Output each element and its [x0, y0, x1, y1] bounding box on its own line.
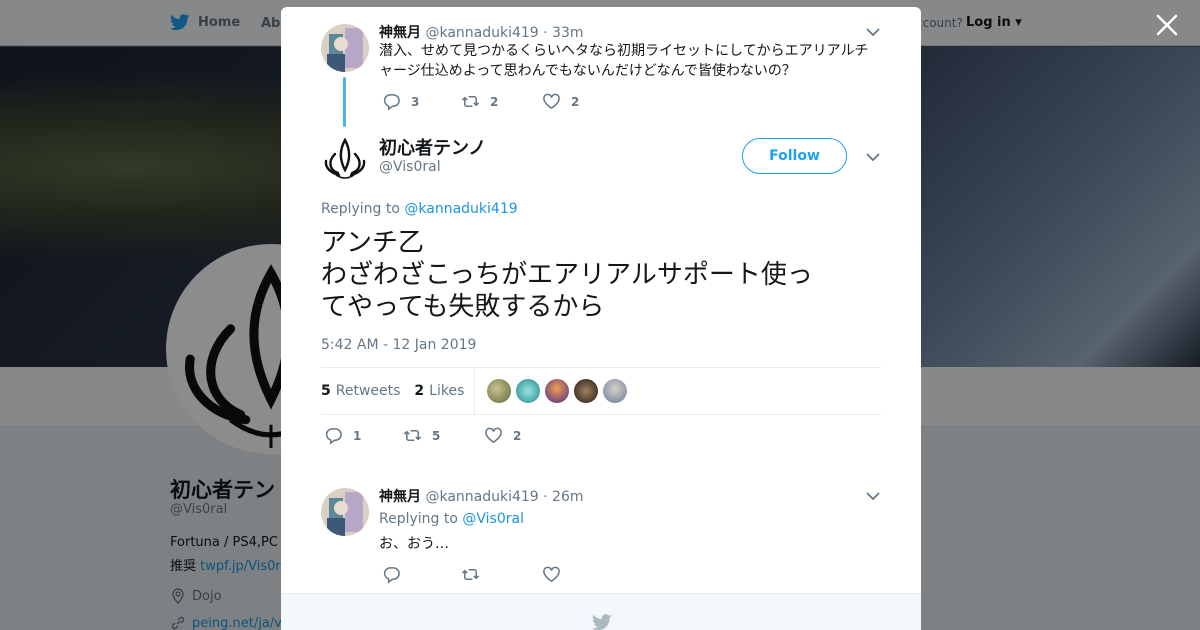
liker-avatar[interactable] [603, 379, 628, 403]
like-button[interactable] [542, 565, 561, 584]
chevron-down-icon[interactable] [866, 152, 880, 162]
main-tweet-actions: 1 5 2 [324, 426, 521, 445]
reply-count: 3 [411, 94, 420, 109]
liker-avatar[interactable] [516, 379, 541, 403]
reply-button[interactable]: 3 [382, 92, 461, 111]
follow-button[interactable]: Follow [742, 138, 847, 174]
chevron-down-icon[interactable] [866, 491, 880, 501]
retweet-stat[interactable]: 5 Retweets [321, 383, 400, 399]
main-tweet-avatar[interactable] [321, 134, 369, 182]
avatar-image [321, 24, 369, 72]
tweet-text-line: てやっても失敗するから [321, 292, 605, 322]
retweet-count: 5 [432, 428, 441, 443]
reply-icon [383, 567, 400, 584]
like-stat[interactable]: 2 Likes [414, 383, 464, 399]
reply-icon [383, 94, 400, 111]
parent-tweet-header: 神無月 @kannaduki419 · 33m [379, 22, 584, 42]
parent-tweet-time[interactable]: · 33m [543, 25, 583, 41]
tweet-permalink-modal: 神無月 @kannaduki419 · 33m 潜入、せめて見つかるくらいヘタな… [281, 7, 921, 630]
reply-button[interactable]: 1 [324, 426, 403, 445]
parent-author-handle[interactable]: @kannaduki419 [425, 25, 538, 41]
parent-tweet-actions: 3 2 2 [382, 92, 579, 111]
retweet-button[interactable]: 2 [461, 92, 542, 111]
reply-icon [325, 428, 342, 445]
twitter-bird-icon [592, 614, 612, 630]
reply-tweet-text: お、おう… [379, 536, 449, 552]
parent-tweet-avatar[interactable] [321, 24, 369, 72]
parent-author-name[interactable]: 神無月 [379, 25, 421, 41]
liker-avatar[interactable] [487, 379, 512, 403]
lotus-logo-icon [321, 134, 369, 182]
parent-tweet-text: 潜入、せめて見つかるくらいヘタなら初期ライセットにしてからエアリアルチャージ仕込… [379, 43, 869, 79]
retweet-button[interactable]: 5 [403, 426, 484, 445]
tweet-text-line: アンチ乙 [321, 228, 424, 258]
like-count: 2 [571, 94, 580, 109]
retweet-button[interactable] [461, 565, 542, 584]
retweet-icon [461, 568, 480, 581]
tweet-stats: 5 Retweets 2 Likes [321, 367, 881, 415]
reply-count: 1 [353, 428, 362, 443]
replying-to: Replying to @kannaduki419 [321, 201, 518, 217]
retweet-stat-label: Retweets [335, 383, 401, 399]
avatar-image [321, 488, 369, 536]
replying-prefix: Replying to [379, 511, 458, 527]
liker-avatar[interactable] [545, 379, 570, 403]
reply-tweet-time[interactable]: · 26m [543, 489, 583, 505]
liker-avatar[interactable] [574, 379, 599, 403]
replying-to-link[interactable]: @kannaduki419 [404, 201, 517, 217]
stats-divider [474, 367, 476, 415]
reply-tweet-avatar[interactable] [321, 488, 369, 536]
heart-icon [485, 427, 502, 444]
retweet-count: 2 [490, 94, 499, 109]
main-author-name[interactable]: 初心者テンノ [379, 134, 486, 160]
modal-footer [281, 593, 921, 630]
reply-button[interactable] [382, 565, 461, 584]
close-icon[interactable] [1154, 12, 1180, 38]
thread-connector-line [343, 77, 346, 127]
like-stat-label: Likes [429, 383, 465, 399]
main-author-handle[interactable]: @Vis0ral [379, 159, 441, 175]
replying-prefix: Replying to [321, 201, 400, 217]
retweet-stat-count: 5 [321, 383, 331, 399]
retweet-icon [403, 429, 422, 442]
like-stat-count: 2 [414, 383, 425, 399]
reply-author-handle[interactable]: @kannaduki419 [425, 489, 538, 505]
reply-replying-to: Replying to @Vis0ral [379, 509, 524, 529]
main-tweet-text: アンチ乙 わざわざこっちがエアリアルサポート使っ てやっても失敗するから [321, 227, 881, 323]
retweet-icon [461, 95, 480, 108]
reply-tweet-header: 神無月 @kannaduki419 · 26m [379, 486, 584, 506]
reply-tweet-actions [382, 565, 561, 584]
chevron-down-icon[interactable] [866, 27, 880, 37]
tweet-timestamp[interactable]: 5:42 AM - 12 Jan 2019 [321, 337, 476, 353]
like-button[interactable]: 2 [542, 92, 579, 111]
reply-author-name[interactable]: 神無月 [379, 489, 421, 505]
like-count: 2 [513, 428, 522, 443]
replying-to-link[interactable]: @Vis0ral [462, 511, 524, 527]
heart-icon [543, 566, 560, 583]
liker-avatars [487, 379, 628, 403]
heart-icon [543, 93, 560, 110]
tweet-text-line: わざわざこっちがエアリアルサポート使っ [321, 260, 813, 290]
like-button[interactable]: 2 [484, 426, 521, 445]
